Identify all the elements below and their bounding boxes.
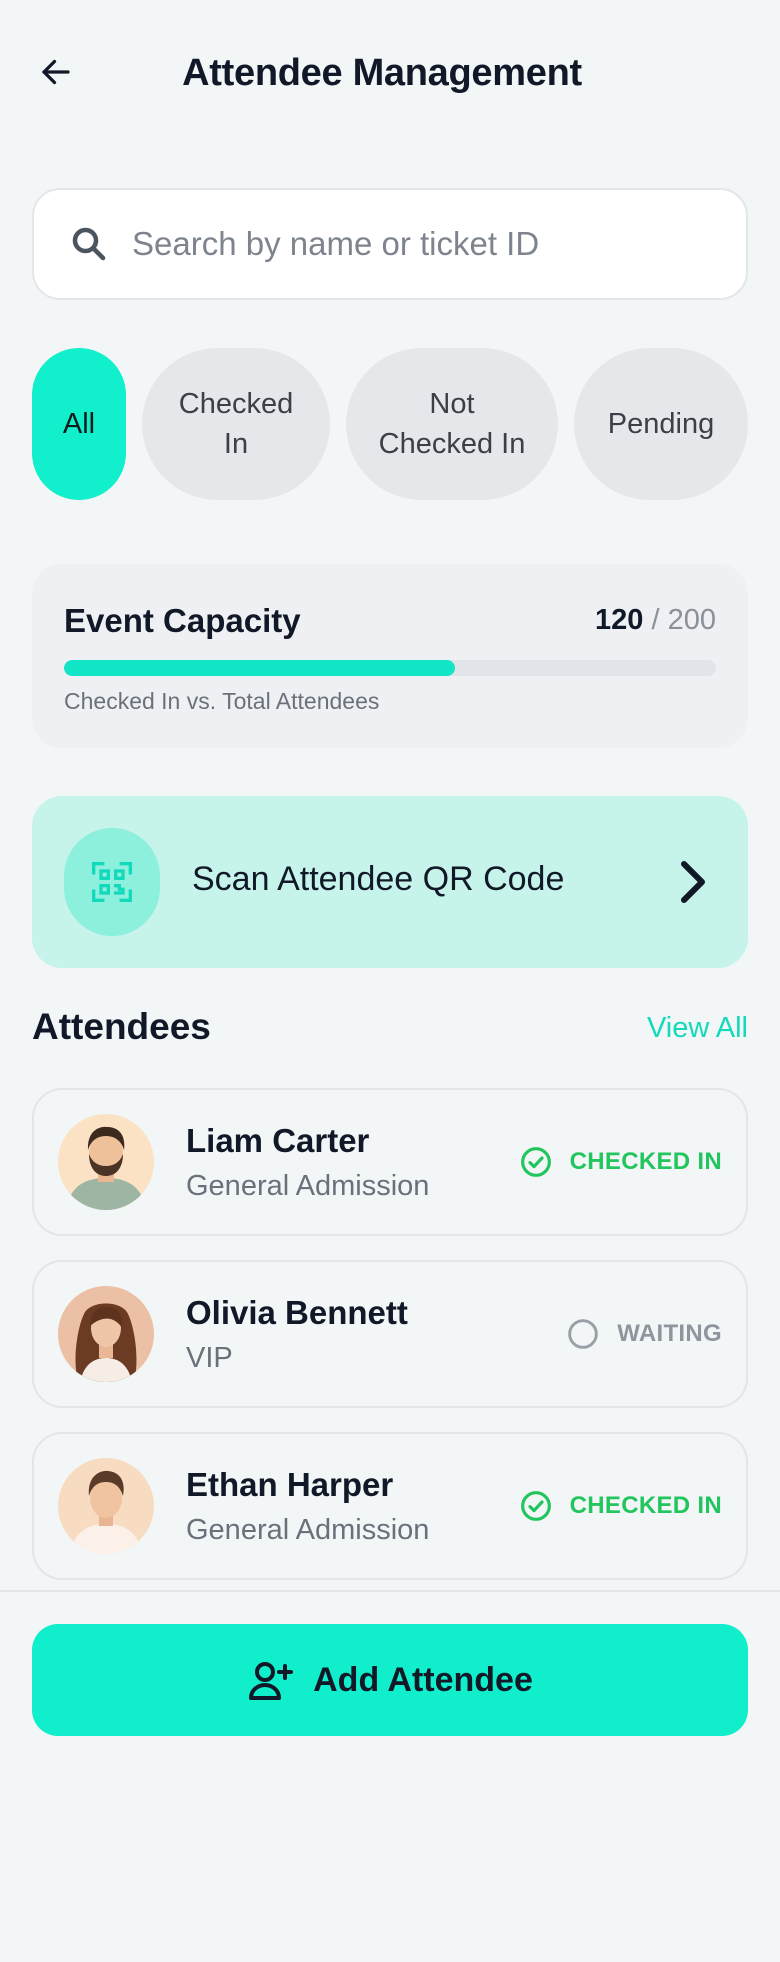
capacity-title: Event Capacity [64,602,301,639]
scan-icon-circle [64,828,160,936]
filter-chips: All Checked In Not Checked In Pending [32,348,748,500]
ticket-type: General Admission [186,1514,430,1546]
status-label: CHECKED IN [569,1492,722,1519]
status-badge: CHECKED IN [520,1146,722,1178]
total-count: 200 [667,604,716,636]
search-icon [72,227,106,261]
add-attendee-button[interactable]: Add Attendee [32,1624,748,1736]
attendee-card[interactable]: Ethan Harper General Admission CHECKED I… [32,1432,748,1580]
attendee-name: Ethan Harper [186,1466,394,1503]
scan-qr-button[interactable]: Scan Attendee QR Code [32,796,748,968]
check-circle-icon [520,1147,551,1177]
capacity-subtitle: Checked In vs. Total Attendees [64,688,380,714]
avatar [58,1286,154,1382]
filter-chip-not-checked-in[interactable]: Not Checked In [346,348,558,500]
capacity-count: 120 / 200 [595,604,716,637]
check-circle-icon [520,1491,551,1521]
attendee-name: Liam Carter [186,1122,370,1159]
event-capacity-card: Event Capacity 120 / 200 Checked In vs. … [32,564,748,748]
filter-chip-all[interactable]: All [32,348,126,500]
ticket-type: General Admission [186,1170,430,1202]
attendee-name: Olivia Bennett [186,1294,408,1331]
avatar [58,1458,154,1554]
search-input[interactable] [132,225,692,263]
status-badge: CHECKED IN [520,1490,722,1522]
status-badge: WAITING [567,1318,722,1350]
status-label: CHECKED IN [569,1148,722,1175]
avatar [58,1114,154,1210]
capacity-progress-bar [64,660,716,676]
ticket-type: VIP [186,1342,233,1374]
search-bar[interactable] [32,188,748,300]
qr-code-icon [92,862,132,902]
checked-in-count: 120 [595,604,644,636]
attendee-card[interactable]: Liam Carter General Admission CHECKED IN [32,1088,748,1236]
attendees-section-title: Attendees [32,1006,211,1047]
chevron-right-icon [681,861,705,903]
add-attendee-label: Add Attendee [313,1660,533,1699]
attendee-card[interactable]: Olivia Bennett VIP WAITING [32,1260,748,1408]
status-label: WAITING [617,1320,722,1347]
header: Attendee Management [0,0,780,160]
bottom-divider [0,1590,780,1592]
user-plus-icon [249,1662,294,1700]
view-all-link[interactable]: View All [647,1012,748,1045]
empty-circle-icon [568,1319,599,1349]
count-separator: / [651,604,660,636]
scan-label: Scan Attendee QR Code [192,860,565,898]
capacity-progress-fill [64,660,456,676]
filter-chip-pending[interactable]: Pending [574,348,748,500]
page-title: Attendee Management [182,52,582,94]
filter-chip-checked-in[interactable]: Checked In [142,348,330,500]
